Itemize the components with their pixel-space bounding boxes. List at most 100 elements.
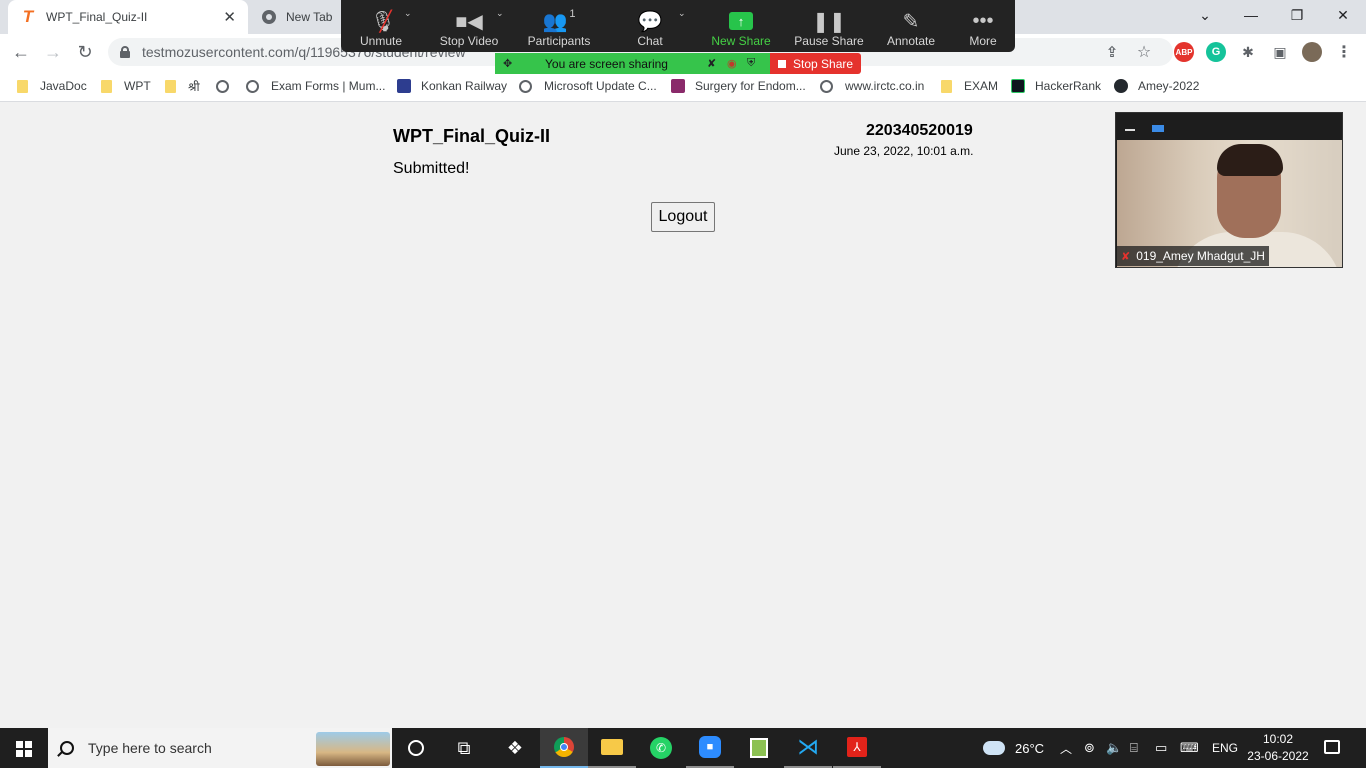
audio-options-chevron-icon[interactable]: ⌄ bbox=[404, 8, 412, 19]
bookmark-amey-2022[interactable]: Amey-2022 bbox=[1114, 76, 1199, 96]
folder-icon bbox=[165, 79, 176, 93]
share-up-arrow-icon: ↑ bbox=[729, 8, 753, 34]
bookmark-exam[interactable]: EXAM bbox=[941, 76, 998, 96]
minimize-icon[interactable]: — bbox=[1228, 0, 1274, 30]
participants-label: Participants bbox=[527, 34, 591, 48]
bookmark-irctc[interactable]: www.irctc.co.in bbox=[820, 76, 924, 96]
stop-video-button[interactable]: ■◀ Stop Video bbox=[436, 0, 502, 52]
vscode-icon[interactable]: ⋊ bbox=[784, 728, 832, 768]
notepad-icon[interactable] bbox=[735, 728, 783, 768]
zoom-meeting-controls: 🎙 ╱ Unmute ⌄ ■◀ Stop Video ⌄ 👥 1 Participa… bbox=[341, 0, 1015, 52]
more-button[interactable]: ••• More bbox=[963, 0, 1003, 52]
tab-active[interactable]: T WPT_Final_Quiz-II ✕ bbox=[8, 0, 248, 34]
bookmark-konkan-railway[interactable]: Konkan Railway bbox=[397, 76, 507, 96]
volume-icon[interactable]: 🔈 bbox=[1106, 728, 1122, 768]
display-icon[interactable]: ▭ bbox=[1155, 728, 1167, 768]
chat-options-chevron-icon[interactable]: ⌄ bbox=[678, 8, 686, 19]
cortana-icon[interactable] bbox=[392, 728, 440, 768]
windows-start-icon[interactable] bbox=[16, 741, 32, 757]
new-share-label: New Share bbox=[711, 34, 771, 48]
chat-button[interactable]: 💬 Chat bbox=[627, 0, 673, 52]
bookmark-hackerrank[interactable]: HackerRank bbox=[1011, 76, 1101, 96]
participants-button[interactable]: 👥 1 Participants bbox=[524, 0, 594, 52]
windows-taskbar: Type here to search ⧉ ❖ ✆ ■ ⋊ ⅄ 26°C ︿ ⊚… bbox=[0, 728, 1366, 768]
chrome-taskbar-icon[interactable] bbox=[540, 728, 588, 768]
globe-icon bbox=[246, 79, 259, 93]
side-panel-icon[interactable]: ▣ bbox=[1270, 42, 1290, 62]
zoom-app-icon[interactable]: ■ bbox=[686, 728, 734, 768]
bookmark-surgery[interactable]: Surgery for Endom... bbox=[671, 76, 806, 96]
new-share-button[interactable]: ↑ New Share bbox=[709, 0, 773, 52]
minimize-video-icon[interactable] bbox=[1125, 129, 1135, 131]
search-highlight-image[interactable] bbox=[316, 732, 390, 766]
dropbox-icon[interactable]: ❖ bbox=[491, 728, 539, 768]
lock-icon[interactable] bbox=[120, 46, 130, 58]
whatsapp-icon[interactable]: ✆ bbox=[637, 728, 685, 768]
search-placeholder: Type here to search bbox=[88, 740, 212, 756]
weather-temp: 26°C bbox=[1015, 740, 1045, 756]
adblock-plus-icon[interactable]: ABP bbox=[1174, 42, 1194, 62]
pause-icon: ❚❚ bbox=[812, 10, 846, 33]
profile-avatar[interactable] bbox=[1302, 42, 1322, 62]
taskbar-search-box[interactable]: Type here to search bbox=[48, 728, 392, 768]
restore-icon[interactable]: ❐ bbox=[1274, 0, 1320, 30]
clock-time: 10:02 bbox=[1262, 732, 1294, 746]
stop-share-button[interactable]: Stop Share bbox=[770, 53, 861, 74]
grammarly-icon[interactable]: G bbox=[1206, 42, 1226, 62]
clock-date: 23-06-2022 bbox=[1247, 749, 1309, 763]
globe-icon bbox=[216, 79, 229, 93]
bookmark-label: WPT bbox=[124, 79, 151, 93]
participant-name: 019_Amey Mhadgut_JH bbox=[1136, 249, 1265, 263]
keyboard-icon[interactable]: ⌨ bbox=[1180, 728, 1199, 768]
acrobat-icon[interactable]: ⅄ bbox=[833, 728, 881, 768]
weather-widget[interactable]: 26°C bbox=[983, 728, 1044, 768]
meet-now-icon[interactable]: ⊚ bbox=[1084, 728, 1095, 768]
show-hidden-icons-icon[interactable]: ︿ bbox=[1060, 728, 1072, 768]
more-label: More bbox=[969, 34, 997, 48]
unmute-button[interactable]: 🎙 ╱ Unmute bbox=[351, 0, 411, 52]
muted-mic-icon: ✘ bbox=[707, 58, 717, 70]
bookmark-star-icon[interactable]: ☆ bbox=[1134, 42, 1154, 62]
bookmark-microsoft-update[interactable]: Microsoft Update C... bbox=[519, 76, 657, 96]
zoom-video-panel[interactable] bbox=[1115, 112, 1343, 268]
video-options-chevron-icon[interactable]: ⌄ bbox=[496, 8, 504, 19]
video-camera-icon: ■◀ bbox=[455, 10, 483, 33]
bookmark-wpt[interactable]: WPT bbox=[101, 76, 151, 96]
muted-mic-icon: ✘ bbox=[1121, 250, 1131, 263]
expand-video-icon[interactable] bbox=[1152, 125, 1164, 132]
extensions-puzzle-icon[interactable]: ✱ bbox=[1238, 42, 1258, 62]
chrome-menu-icon[interactable]: ⋮ bbox=[1334, 42, 1354, 62]
back-arrow-icon[interactable]: ← bbox=[8, 40, 34, 64]
participants-icon: 👥 1 bbox=[542, 8, 576, 33]
search-icon bbox=[60, 741, 74, 755]
tab-search-icon[interactable]: ⌄ bbox=[1182, 0, 1228, 30]
language-indicator[interactable]: ENG bbox=[1212, 728, 1238, 768]
share-page-icon[interactable]: ⇪ bbox=[1102, 42, 1122, 62]
folder-icon bbox=[941, 79, 952, 93]
close-tab-icon[interactable]: ✕ bbox=[223, 8, 236, 26]
bookmark-shri[interactable]: श्री bbox=[165, 76, 200, 96]
stop-square-icon bbox=[778, 59, 786, 68]
screen-sharing-banner[interactable]: ✥ You are screen sharing ✘ ◉ ⛨ bbox=[495, 53, 770, 74]
site-icon bbox=[671, 79, 685, 93]
bookmark-globe[interactable] bbox=[216, 76, 241, 96]
participant-hair bbox=[1217, 144, 1283, 176]
bookmark-exam-forms[interactable]: Exam Forms | Mum... bbox=[246, 76, 385, 96]
system-clock[interactable]: 10:02 23-06-2022 bbox=[1243, 731, 1313, 765]
notifications-icon[interactable] bbox=[1324, 740, 1340, 754]
close-window-icon[interactable]: ✕ bbox=[1320, 0, 1366, 30]
chat-label: Chat bbox=[637, 34, 663, 48]
forward-arrow-icon[interactable]: → bbox=[40, 40, 66, 64]
tab-new[interactable]: New Tab bbox=[250, 0, 345, 34]
annotate-label: Annotate bbox=[886, 34, 936, 48]
logout-button[interactable]: Logout bbox=[651, 202, 715, 232]
shield-icon: ⛨ bbox=[747, 57, 756, 69]
annotate-button[interactable]: ✎ Annotate bbox=[884, 0, 938, 52]
pause-share-button[interactable]: ❚❚ Pause Share bbox=[794, 0, 864, 52]
bookmark-label: Amey-2022 bbox=[1138, 79, 1200, 93]
network-icon[interactable]: ⌸ bbox=[1130, 728, 1138, 768]
task-view-icon[interactable]: ⧉ bbox=[440, 728, 488, 768]
reload-icon[interactable]: ↻ bbox=[72, 40, 98, 64]
bookmark-javadoc[interactable]: JavaDoc bbox=[17, 76, 87, 96]
file-explorer-icon[interactable] bbox=[588, 728, 636, 768]
